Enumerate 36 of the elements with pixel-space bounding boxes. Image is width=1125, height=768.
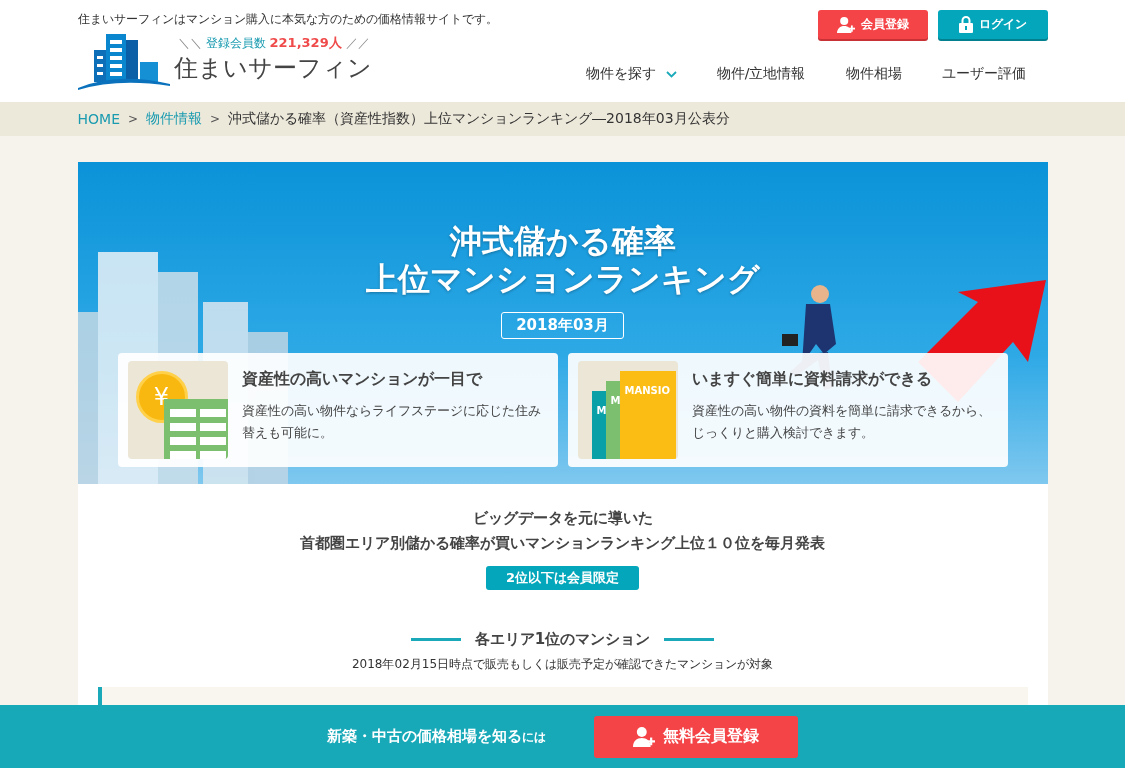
section-note: 2018年02月15日時点で販売もしくは販売予定が確認できたマンションが対象 <box>351 656 774 673</box>
slash-mark: ＼＼ <box>177 34 202 52</box>
chevron-down-icon <box>665 70 677 78</box>
intro-text: ビッグデータを元に導いた <box>472 508 653 529</box>
site-tagline: 住まいサーフィンはマンション購入に本気な方のための価格情報サイトです。 <box>77 11 498 28</box>
site-logo-text: 住まいサーフィン <box>173 53 372 84</box>
card-title: 資産性の高いマンションが一目で <box>241 369 484 390</box>
section-title: 各エリア1位のマンション <box>474 630 651 649</box>
breadcrumb-link[interactable]: 物件情報 <box>146 110 203 128</box>
card-title: いますぐ簡単に資料請求ができる <box>691 369 933 390</box>
intro-text: 首都圏エリア別儲かる確率が買いマンションランキング上位１０位を毎月発表 <box>300 533 825 554</box>
breadcrumb-separator: > <box>210 112 221 126</box>
signup-bar-text: 新築・中古の価格相場を知るには <box>327 727 546 746</box>
card-text: 資産性の高い物件の資料を簡単に請求できるから、じっくりと購入検討できます。 <box>691 402 992 442</box>
user-plus-icon <box>836 15 855 34</box>
user-plus-icon <box>633 725 655 748</box>
nav-link[interactable]: 物件相場 <box>845 65 902 83</box>
documents-icon: M M MANSIO <box>577 361 678 459</box>
breadcrumb-separator: > <box>128 112 139 126</box>
nav-link[interactable]: 物件を探す <box>585 65 677 83</box>
login-button[interactable]: ログイン <box>937 10 1048 39</box>
member-count-label: 登録会員数 <box>205 34 266 52</box>
date-badge: 2018年03月 <box>501 312 624 339</box>
nav-link[interactable]: 物件/立地情報 <box>716 65 806 83</box>
slash-mark: ／／ <box>345 34 370 52</box>
card-text: 資産性の高い物件ならライフステージに応じた住み替えも可能に。 <box>241 402 542 442</box>
nav-link[interactable]: ユーザー評価 <box>941 65 1026 83</box>
breadcrumb-current: 沖式儲かる確率（資産性指数）上位マンションランキング―2018年03月公表分 <box>228 110 730 128</box>
register-button[interactable]: 会員登録 <box>817 10 928 39</box>
lock-icon <box>958 16 973 33</box>
hero-title: 沖式儲かる確率 上位マンションランキング <box>365 222 760 298</box>
member-count: 221,329人 <box>269 34 342 52</box>
breadcrumb-link[interactable]: HOME <box>77 111 120 127</box>
members-only-badge: 2位以下は会員限定 <box>485 566 639 590</box>
free-register-button[interactable]: 無料会員登録 <box>594 715 798 758</box>
buildings-logo-icon <box>77 32 170 90</box>
